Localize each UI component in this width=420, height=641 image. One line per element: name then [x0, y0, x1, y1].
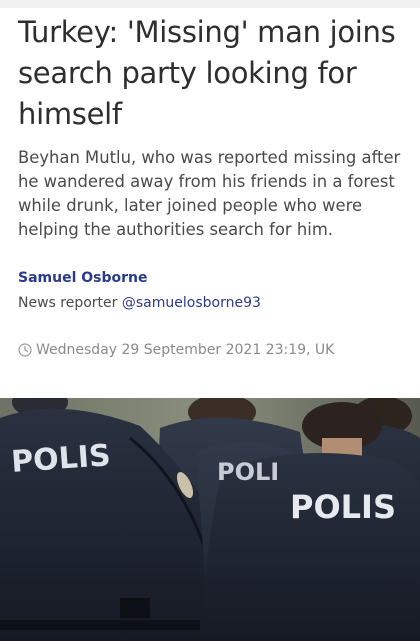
article-standfirst: Beyhan Mutlu, who was reported missing a…: [18, 148, 401, 239]
article-photo: POLIS POLI POLIS: [0, 398, 420, 641]
clock-icon: [18, 343, 32, 357]
jacket-text-left: POLIS: [10, 438, 112, 480]
timestamp-text: Wednesday 29 September 2021 23:19, UK: [36, 342, 335, 358]
jacket-text-right: POLIS: [290, 488, 396, 526]
article-headline: Turkey: 'Missing' man joins search party…: [18, 15, 396, 131]
author-name-link[interactable]: Samuel Osborne: [18, 270, 148, 286]
publish-timestamp: Wednesday 29 September 2021 23:19, UK: [18, 342, 334, 358]
top-bar: [0, 0, 420, 8]
author-role: News reporter: [18, 295, 118, 311]
police-officers-illustration: POLIS POLI POLIS: [0, 398, 420, 641]
author-byline: News reporter @samuelosborne93: [18, 295, 261, 311]
author-handle-link[interactable]: @samuelosborne93: [122, 295, 261, 311]
jacket-text-middle: POLI: [217, 458, 279, 486]
